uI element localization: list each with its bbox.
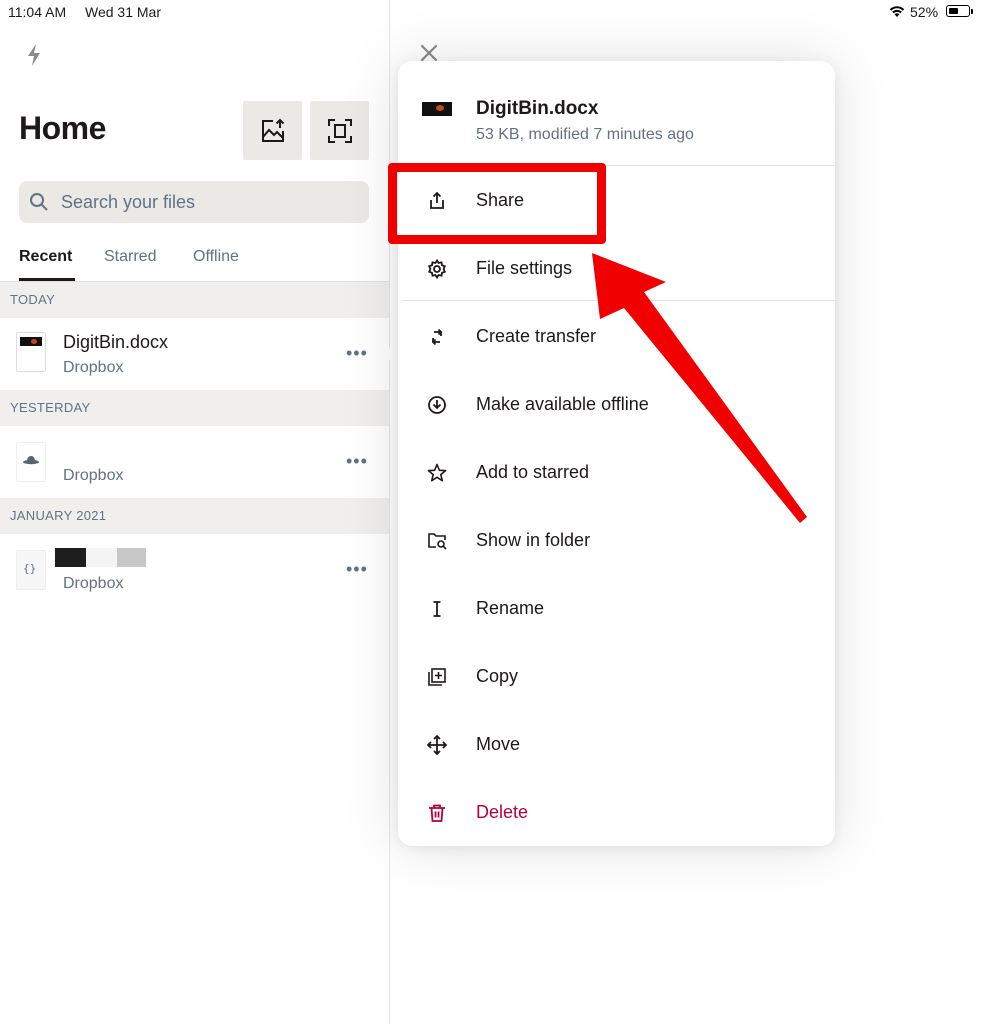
- gear-icon: [427, 258, 447, 280]
- star-icon: [427, 463, 447, 482]
- annotation-highlight-box: [388, 163, 606, 244]
- redacted-block: [55, 548, 86, 567]
- more-options-button[interactable]: •••: [346, 343, 368, 364]
- menu-file-name: DigitBin.docx: [476, 98, 599, 119]
- menu-item-show-in-folder[interactable]: Show in folder: [398, 512, 835, 568]
- trash-icon: [429, 804, 445, 822]
- files-pane: Home Search your files Recent Starred Of…: [0, 0, 390, 1024]
- tab-offline[interactable]: Offline: [193, 248, 239, 266]
- transfer-icon: [431, 328, 443, 346]
- file-thumbnail: [422, 102, 452, 116]
- search-icon: [30, 193, 48, 211]
- menu-item-label: File settings: [476, 258, 573, 278]
- divider: [402, 300, 835, 301]
- move-icon: [426, 734, 448, 756]
- search-placeholder: Search your files: [61, 192, 196, 212]
- battery-icon: [946, 5, 970, 17]
- file-location: Dropbox: [63, 575, 124, 592]
- tab-recent[interactable]: Recent: [19, 248, 72, 266]
- menu-item-copy[interactable]: Copy: [398, 648, 835, 704]
- file-thumbnail: [16, 332, 46, 372]
- menu-item-label: Move: [476, 734, 521, 754]
- menu-item-file-settings[interactable]: File settings: [398, 240, 835, 296]
- section-header: JANUARY 2021: [0, 498, 389, 534]
- copy-icon: [428, 668, 446, 686]
- redacted-block: [117, 548, 146, 567]
- file-thumbnail: [16, 442, 46, 482]
- code-braces-icon: {}: [23, 562, 37, 575]
- redacted-block: [86, 548, 117, 567]
- more-options-button[interactable]: •••: [346, 451, 368, 472]
- file-location: Dropbox: [63, 359, 124, 376]
- file-thumbnail: {}: [16, 550, 46, 590]
- menu-item-add-to-starred[interactable]: Add to starred: [398, 444, 835, 500]
- popover-caret: [384, 340, 398, 368]
- menu-item-label: Add to starred: [476, 462, 590, 482]
- menu-item-delete[interactable]: Delete: [398, 784, 835, 840]
- menu-item-label: Show in folder: [476, 530, 591, 550]
- file-row[interactable]: {} Dropbox •••: [0, 534, 389, 606]
- file-row[interactable]: DigitBin.docx Dropbox •••: [0, 318, 389, 390]
- image-upload-icon: [261, 118, 284, 142]
- menu-item-label: Copy: [476, 666, 519, 686]
- menu-item-label: Delete: [476, 802, 529, 822]
- section-header: YESTERDAY: [0, 390, 389, 426]
- menu-item-rename[interactable]: Rename: [398, 580, 835, 636]
- hat-icon: [23, 456, 39, 465]
- menu-item-label: Rename: [476, 598, 545, 618]
- search-input[interactable]: Search your files: [19, 181, 369, 223]
- tab-starred[interactable]: Starred: [104, 248, 156, 266]
- battery-cap: [971, 9, 973, 14]
- upload-photo-button[interactable]: [243, 101, 302, 160]
- scan-document-button[interactable]: [310, 101, 369, 160]
- battery-percent: 52%: [910, 4, 939, 20]
- wifi-icon: [889, 6, 905, 17]
- scan-icon: [327, 118, 352, 143]
- menu-item-label: Create transfer: [476, 326, 597, 346]
- offline-download-icon: [428, 396, 446, 414]
- folder-search-icon: [428, 533, 447, 550]
- menu-item-make-offline[interactable]: Make available offline: [398, 376, 835, 432]
- lightning-icon[interactable]: [24, 42, 44, 68]
- file-row[interactable]: Dropbox •••: [0, 426, 389, 498]
- section-header: TODAY: [0, 282, 389, 318]
- page-title: Home: [19, 110, 106, 146]
- file-name: DigitBin.docx: [63, 332, 169, 352]
- menu-item-label: Make available offline: [476, 394, 649, 414]
- text-cursor-icon: [433, 601, 441, 617]
- menu-item-move[interactable]: Move: [398, 716, 835, 772]
- file-location: Dropbox: [63, 467, 124, 484]
- menu-file-meta: 53 KB, modified 7 minutes ago: [476, 126, 694, 143]
- menu-item-create-transfer[interactable]: Create transfer: [398, 308, 835, 364]
- more-options-button[interactable]: •••: [346, 559, 368, 580]
